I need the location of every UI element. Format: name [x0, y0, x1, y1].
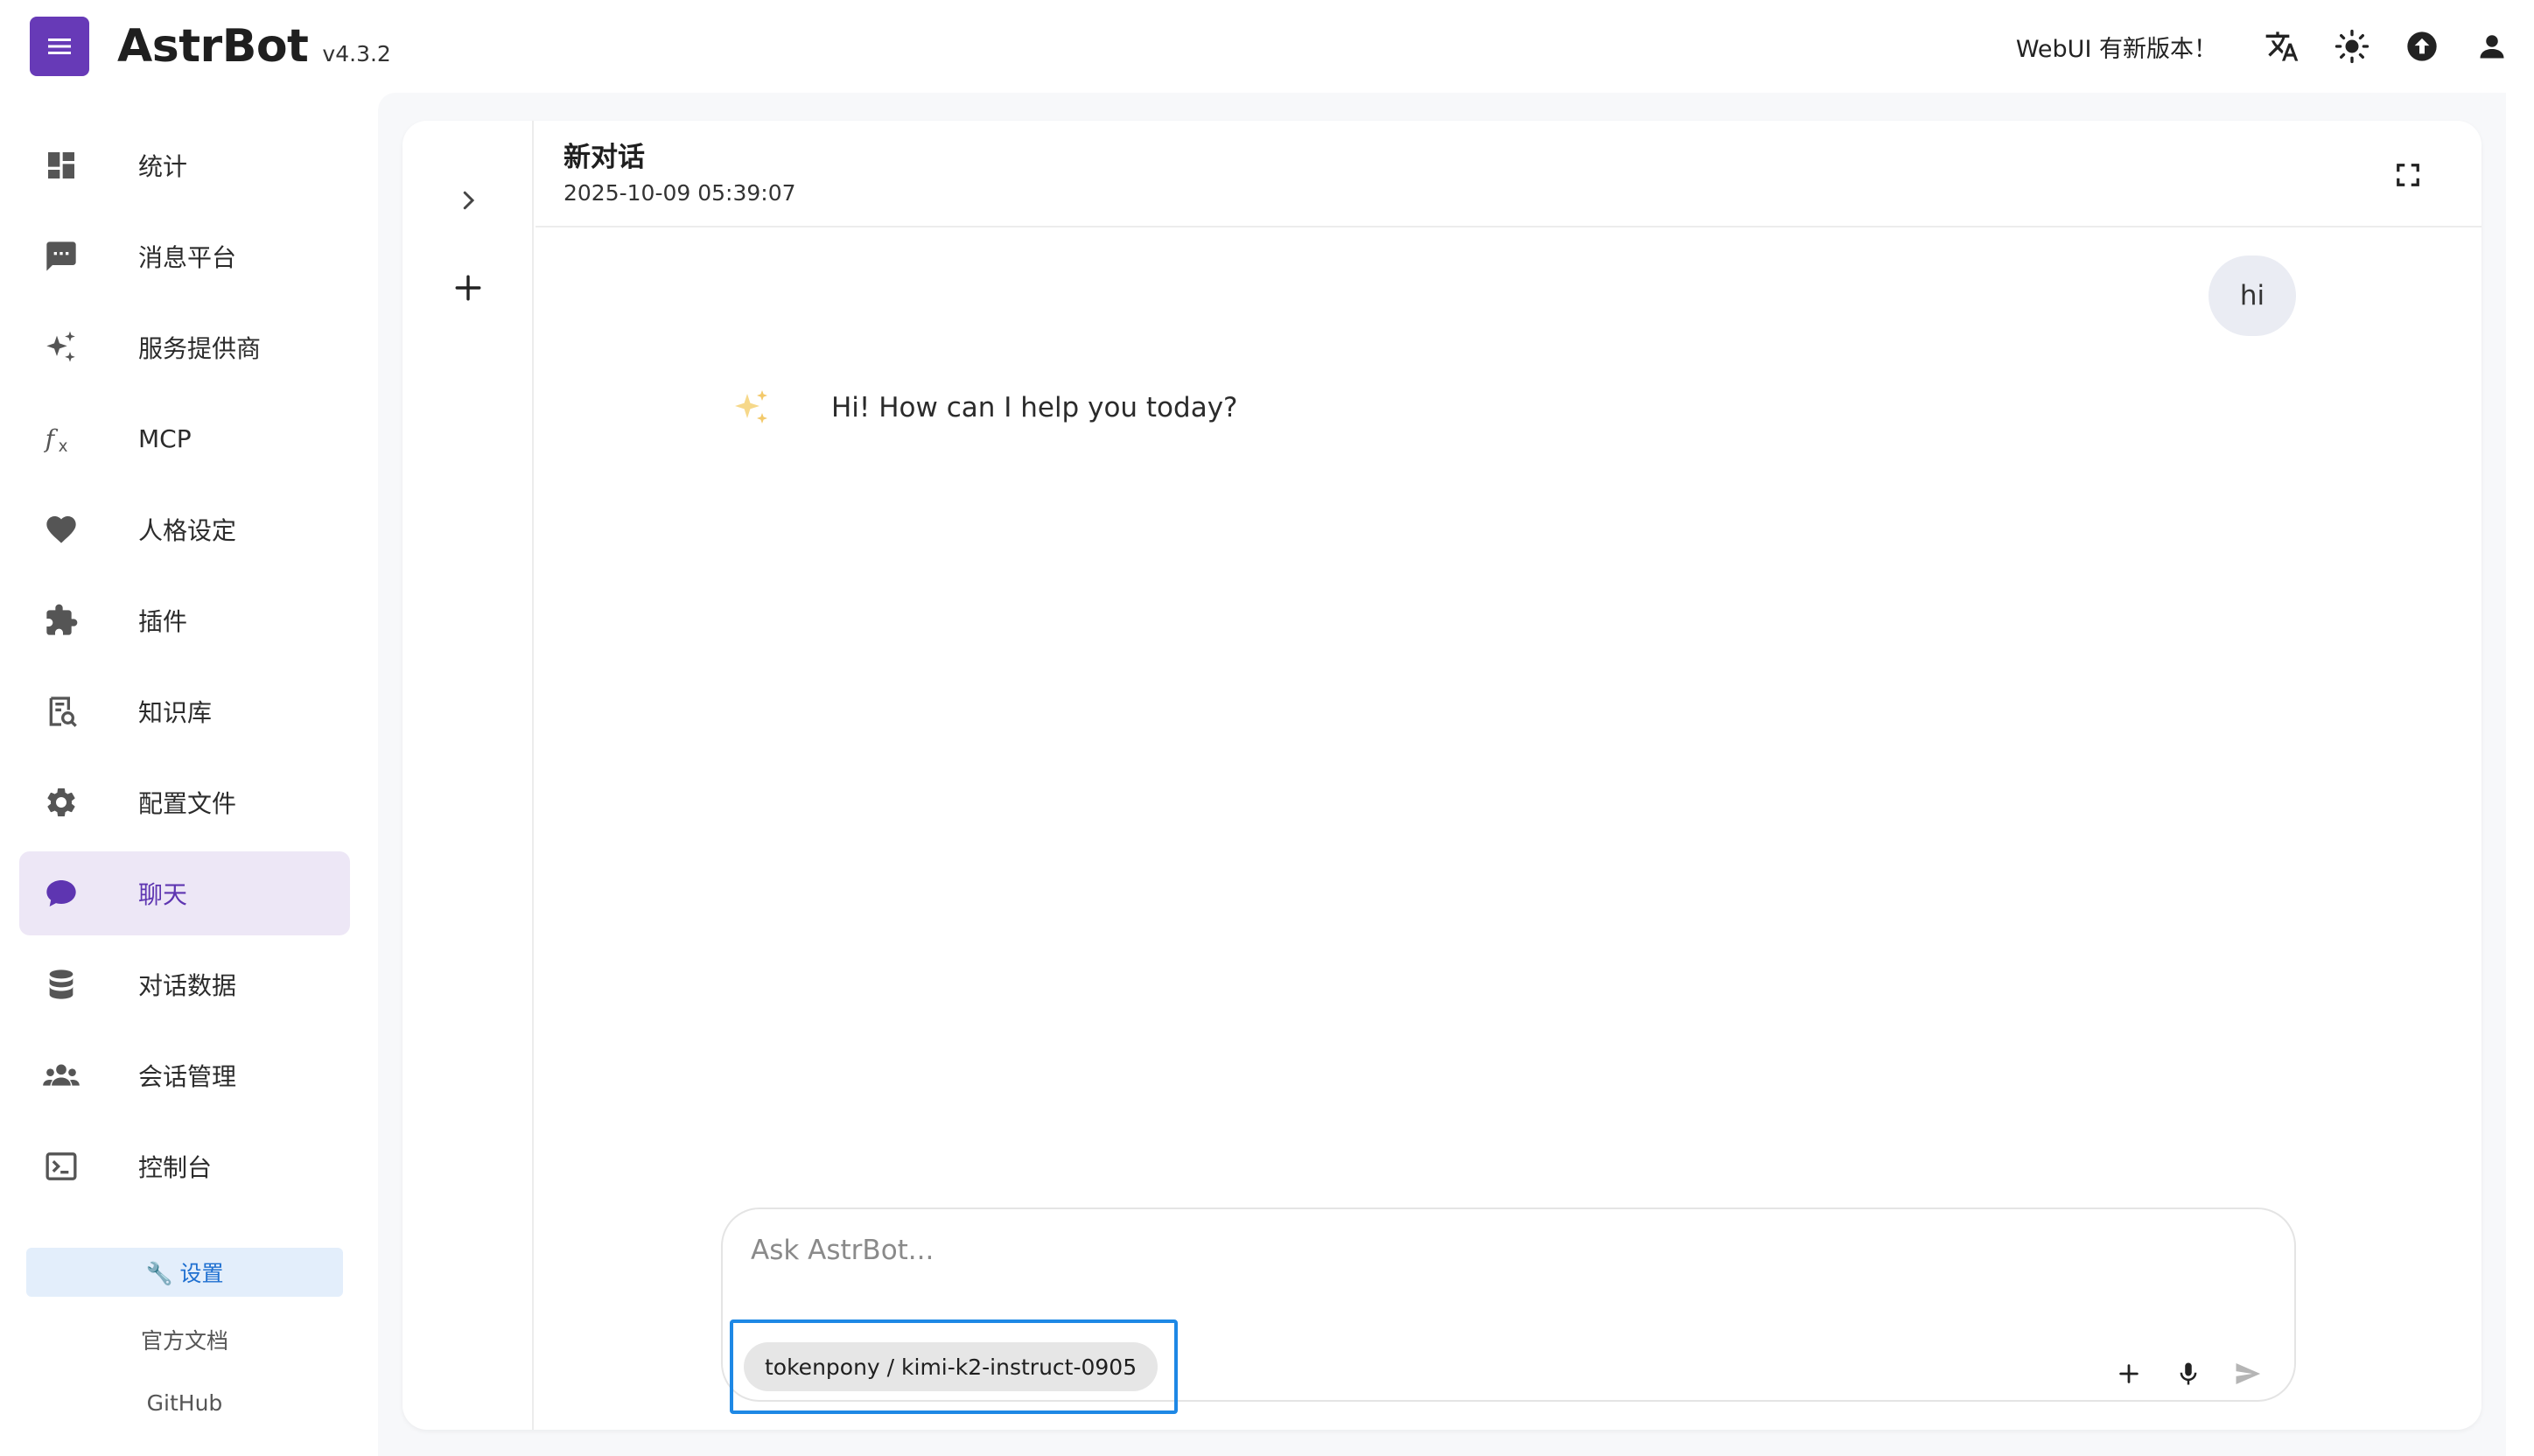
chat-header: 新对话 2025-10-09 05:39:07 — [536, 121, 2482, 228]
conversation-rail — [402, 121, 534, 1430]
sidebar-item-providers[interactable]: 服务提供商 — [19, 305, 350, 389]
hamburger-icon — [48, 38, 71, 54]
svg-text:x: x — [59, 438, 68, 456]
chat-icon — [38, 871, 84, 916]
sidebar-item-label: 插件 — [138, 607, 188, 636]
model-name: tokenpony / kimi-k2-instruct-0905 — [765, 1354, 1138, 1380]
settings-label: 🔧 设置 — [145, 1261, 224, 1286]
chevron-right-icon — [463, 191, 475, 210]
expand-conversations-button[interactable] — [441, 173, 495, 228]
heart-icon — [38, 507, 84, 552]
sidebar-item-sessions[interactable]: 会话管理 — [19, 1033, 350, 1117]
translate-icon — [2265, 32, 2299, 61]
message-input[interactable] — [751, 1228, 2063, 1272]
chat-title: 新对话 — [564, 142, 645, 173]
sparkles-icon — [38, 325, 84, 370]
sidebar-item-label: 消息平台 — [138, 243, 237, 272]
sidebar-item-stats[interactable]: 统计 — [19, 123, 350, 207]
sidebar-item-label: 对话数据 — [138, 971, 237, 1000]
database-icon — [38, 962, 84, 1007]
sidebar-item-persona[interactable]: 人格设定 — [19, 487, 350, 571]
sidebar-item-mcp[interactable]: fx MCP — [19, 396, 350, 480]
account-button[interactable] — [2457, 11, 2527, 81]
message-icon — [38, 234, 84, 279]
arrow-up-circle-icon — [2407, 32, 2437, 61]
microphone-icon — [2180, 1362, 2197, 1385]
menu-toggle-button[interactable] — [30, 17, 89, 76]
sidebar-item-label: 知识库 — [138, 698, 213, 727]
sidebar-item-console[interactable]: 控制台 — [19, 1124, 350, 1208]
send-button[interactable] — [2228, 1354, 2268, 1394]
fullscreen-button[interactable] — [2387, 154, 2429, 196]
user-message-text: hi — [2239, 280, 2265, 312]
sidebar-item-label: 配置文件 — [138, 789, 237, 818]
sidebar-item-label: 控制台 — [138, 1153, 213, 1182]
voice-input-button[interactable] — [2168, 1354, 2208, 1394]
docs-link[interactable]: 官方文档 — [26, 1318, 343, 1362]
theme-toggle-button[interactable] — [2317, 11, 2387, 81]
sidebar-item-conversations[interactable]: 对话数据 — [19, 942, 350, 1026]
assistant-message-text: Hi! How can I help you today? — [831, 392, 1238, 424]
sidebar-item-label: 人格设定 — [138, 516, 237, 545]
fullscreen-icon — [2397, 164, 2419, 186]
update-button[interactable] — [2387, 11, 2457, 81]
chat-timestamp: 2025-10-09 05:39:07 — [564, 180, 796, 206]
attach-button[interactable] — [2109, 1354, 2149, 1394]
model-selector-chip[interactable]: tokenpony / kimi-k2-instruct-0905 — [744, 1342, 1158, 1391]
people-icon — [38, 1053, 84, 1098]
sun-icon — [2334, 29, 2370, 64]
sidebar-item-knowledge[interactable]: 知识库 — [19, 669, 350, 753]
function-icon: fx — [38, 416, 84, 461]
sidebar: 统计 消息平台 服务提供商 fx MCP 人格设定 插件 知识库 配置文件 聊天… — [0, 93, 368, 1456]
message-composer: tokenpony / kimi-k2-instruct-0905 — [721, 1208, 2296, 1414]
plus-icon — [455, 275, 481, 301]
app-version: v4.3.2 — [322, 41, 391, 66]
language-button[interactable] — [2247, 11, 2317, 81]
sidebar-item-chat[interactable]: 聊天 — [19, 851, 350, 935]
sidebar-item-label: MCP — [138, 424, 192, 453]
plus-icon — [2119, 1364, 2138, 1383]
book-search-icon — [38, 689, 84, 734]
new-conversation-button[interactable] — [441, 261, 495, 315]
sidebar-item-plugins[interactable]: 插件 — [19, 578, 350, 662]
sidebar-item-label: 服务提供商 — [138, 334, 262, 363]
sidebar-item-label: 统计 — [138, 152, 188, 181]
sidebar-item-config[interactable]: 配置文件 — [19, 760, 350, 844]
dashboard-icon — [38, 143, 84, 188]
sidebar-item-label: 聊天 — [138, 880, 188, 909]
model-selector-highlight: tokenpony / kimi-k2-instruct-0905 — [730, 1320, 1178, 1414]
user-message-bubble: hi — [2208, 256, 2296, 336]
brand: AstrBot v4.3.2 — [117, 16, 391, 77]
person-icon — [2480, 35, 2504, 59]
sparkles-icon — [728, 385, 774, 430]
gear-icon — [38, 780, 84, 825]
terminal-icon — [38, 1144, 84, 1189]
chat-card: 新对话 2025-10-09 05:39:07 hi Hi! How can I… — [402, 121, 2482, 1430]
svg-text:f: f — [44, 424, 59, 453]
app-name: AstrBot — [117, 20, 309, 73]
puzzle-icon — [38, 598, 84, 643]
top-bar: AstrBot v4.3.2 WebUI 有新版本！ — [0, 0, 2534, 93]
github-link[interactable]: GitHub — [26, 1381, 343, 1424]
sidebar-item-label: 会话管理 — [138, 1062, 237, 1091]
settings-button[interactable]: 🔧 设置 — [26, 1248, 343, 1297]
send-icon — [2236, 1362, 2261, 1385]
update-notice-link[interactable]: WebUI 有新版本！ — [2016, 30, 2217, 64]
sidebar-item-platforms[interactable]: 消息平台 — [19, 214, 350, 298]
